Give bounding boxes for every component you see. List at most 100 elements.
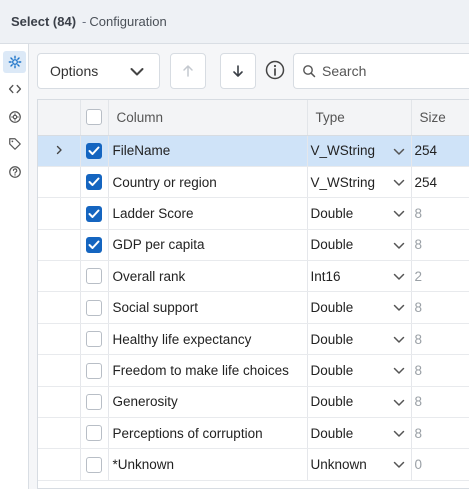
- row-expander: [38, 323, 81, 356]
- size-cell: 8: [411, 291, 469, 324]
- row-checkbox-cell[interactable]: [80, 386, 109, 419]
- row-checkbox-cell[interactable]: [80, 291, 109, 324]
- grid-body: FileName V_WString 254 Country or region V_W…: [38, 135, 469, 481]
- options-dropdown[interactable]: Options: [37, 53, 160, 89]
- help-icon[interactable]: [3, 161, 26, 183]
- table-row[interactable]: *Unknown Unknown 0: [38, 448, 469, 481]
- table-row[interactable]: Perceptions of corruption Double 8: [38, 417, 469, 450]
- table-row[interactable]: Ladder Score Double 8: [38, 197, 469, 230]
- gear-icon[interactable]: [3, 51, 26, 73]
- type-value: V_WString: [310, 143, 376, 159]
- column-name-cell: Healthy life expectancy: [108, 323, 308, 356]
- row-checkbox-cell[interactable]: [80, 135, 109, 167]
- table-row[interactable]: FileName V_WString 254: [38, 135, 469, 167]
- row-checkbox-cell[interactable]: [80, 229, 109, 262]
- size-cell: 8: [411, 197, 469, 230]
- row-expander: [38, 291, 81, 324]
- size-cell[interactable]: 254: [411, 166, 469, 199]
- checkmark-icon: [88, 209, 100, 218]
- type-dropdown[interactable]: Double: [307, 291, 412, 324]
- row-checkbox[interactable]: [86, 299, 102, 316]
- chevron-down-icon: [393, 399, 404, 406]
- size-cell: 8: [411, 323, 469, 356]
- move-up-button[interactable]: [170, 53, 206, 89]
- header-size[interactable]: Size: [411, 100, 469, 136]
- chevron-down-icon: [393, 179, 404, 186]
- code-icon[interactable]: [3, 78, 26, 100]
- row-checkbox[interactable]: [86, 205, 102, 222]
- move-down-button[interactable]: [220, 53, 256, 89]
- chevron-down-icon: [393, 242, 404, 249]
- type-value: Unknown: [310, 457, 367, 473]
- row-checkbox[interactable]: [86, 456, 102, 473]
- type-value: Double: [310, 394, 354, 410]
- type-value: Double: [310, 362, 354, 378]
- select-all-checkbox[interactable]: [86, 109, 102, 126]
- checkmark-icon: [88, 240, 100, 250]
- header-column[interactable]: Column: [108, 100, 308, 136]
- row-expander: [38, 417, 81, 450]
- fields-grid: Column Type Size FileName V_WString 254 Cou…: [37, 99, 469, 489]
- search-input[interactable]: [322, 63, 462, 79]
- size-cell[interactable]: 254: [411, 135, 469, 167]
- header-select-all[interactable]: [80, 100, 109, 136]
- arrow-down-icon: [233, 65, 243, 77]
- row-checkbox-cell[interactable]: [80, 448, 109, 481]
- type-dropdown[interactable]: Double: [307, 386, 412, 419]
- type-dropdown[interactable]: Double: [307, 354, 412, 387]
- row-checkbox[interactable]: [86, 331, 102, 348]
- row-checkbox[interactable]: [86, 142, 102, 159]
- type-value: Double: [310, 331, 354, 347]
- table-row[interactable]: Generosity Double 8: [38, 386, 469, 419]
- row-checkbox-cell[interactable]: [80, 197, 109, 230]
- row-expander: [38, 354, 81, 387]
- table-row[interactable]: GDP per capita Double 8: [38, 229, 469, 262]
- search-field[interactable]: [293, 53, 469, 89]
- type-dropdown[interactable]: Double: [307, 197, 412, 230]
- row-expander[interactable]: [38, 135, 81, 167]
- type-value: Int16: [310, 268, 341, 284]
- type-dropdown[interactable]: V_WString: [307, 135, 412, 167]
- type-dropdown[interactable]: Unknown: [307, 448, 412, 481]
- column-name-cell: Country or region: [108, 166, 308, 199]
- row-checkbox-cell[interactable]: [80, 323, 109, 356]
- type-dropdown[interactable]: Double: [307, 323, 412, 356]
- row-checkbox[interactable]: [86, 268, 102, 285]
- chevron-down-icon: [130, 68, 144, 76]
- window-subtitle: Configuration: [89, 14, 167, 29]
- row-checkbox[interactable]: [86, 362, 102, 379]
- row-checkbox[interactable]: [86, 425, 102, 442]
- row-checkbox-cell[interactable]: [80, 260, 109, 293]
- type-dropdown[interactable]: Int16: [307, 260, 412, 293]
- type-value: Double: [310, 237, 354, 253]
- type-value: Double: [310, 425, 354, 441]
- type-dropdown[interactable]: Double: [307, 417, 412, 450]
- row-checkbox-cell[interactable]: [80, 354, 109, 387]
- row-expander: [38, 229, 81, 262]
- title-separator: -: [82, 14, 87, 29]
- chevron-right-icon[interactable]: [54, 145, 64, 155]
- chevron-down-icon: [393, 367, 404, 374]
- size-cell: 8: [411, 354, 469, 387]
- table-row[interactable]: Social support Double 8: [38, 291, 469, 324]
- header-type[interactable]: Type: [307, 100, 412, 136]
- info-icon[interactable]: [265, 60, 285, 80]
- table-row[interactable]: Overall rank Int16 2: [38, 260, 469, 293]
- chevron-down-icon: [393, 462, 404, 469]
- type-value: V_WString: [310, 174, 376, 190]
- row-checkbox[interactable]: [86, 237, 102, 254]
- row-expander: [38, 166, 81, 199]
- tag-icon[interactable]: [3, 133, 26, 155]
- row-checkbox[interactable]: [86, 174, 102, 191]
- row-checkbox-cell[interactable]: [80, 166, 109, 199]
- type-dropdown[interactable]: V_WString: [307, 166, 412, 199]
- row-checkbox-cell[interactable]: [80, 417, 109, 450]
- column-name-cell: Freedom to make life choices: [108, 354, 308, 387]
- settings-circle-icon[interactable]: [3, 106, 26, 128]
- row-checkbox[interactable]: [86, 394, 102, 411]
- table-row[interactable]: Freedom to make life choices Double 8: [38, 354, 469, 387]
- type-dropdown[interactable]: Double: [307, 229, 412, 262]
- table-row[interactable]: Country or region V_WString 254: [38, 166, 469, 199]
- chevron-down-icon: [393, 430, 404, 437]
- table-row[interactable]: Healthy life expectancy Double 8: [38, 323, 469, 356]
